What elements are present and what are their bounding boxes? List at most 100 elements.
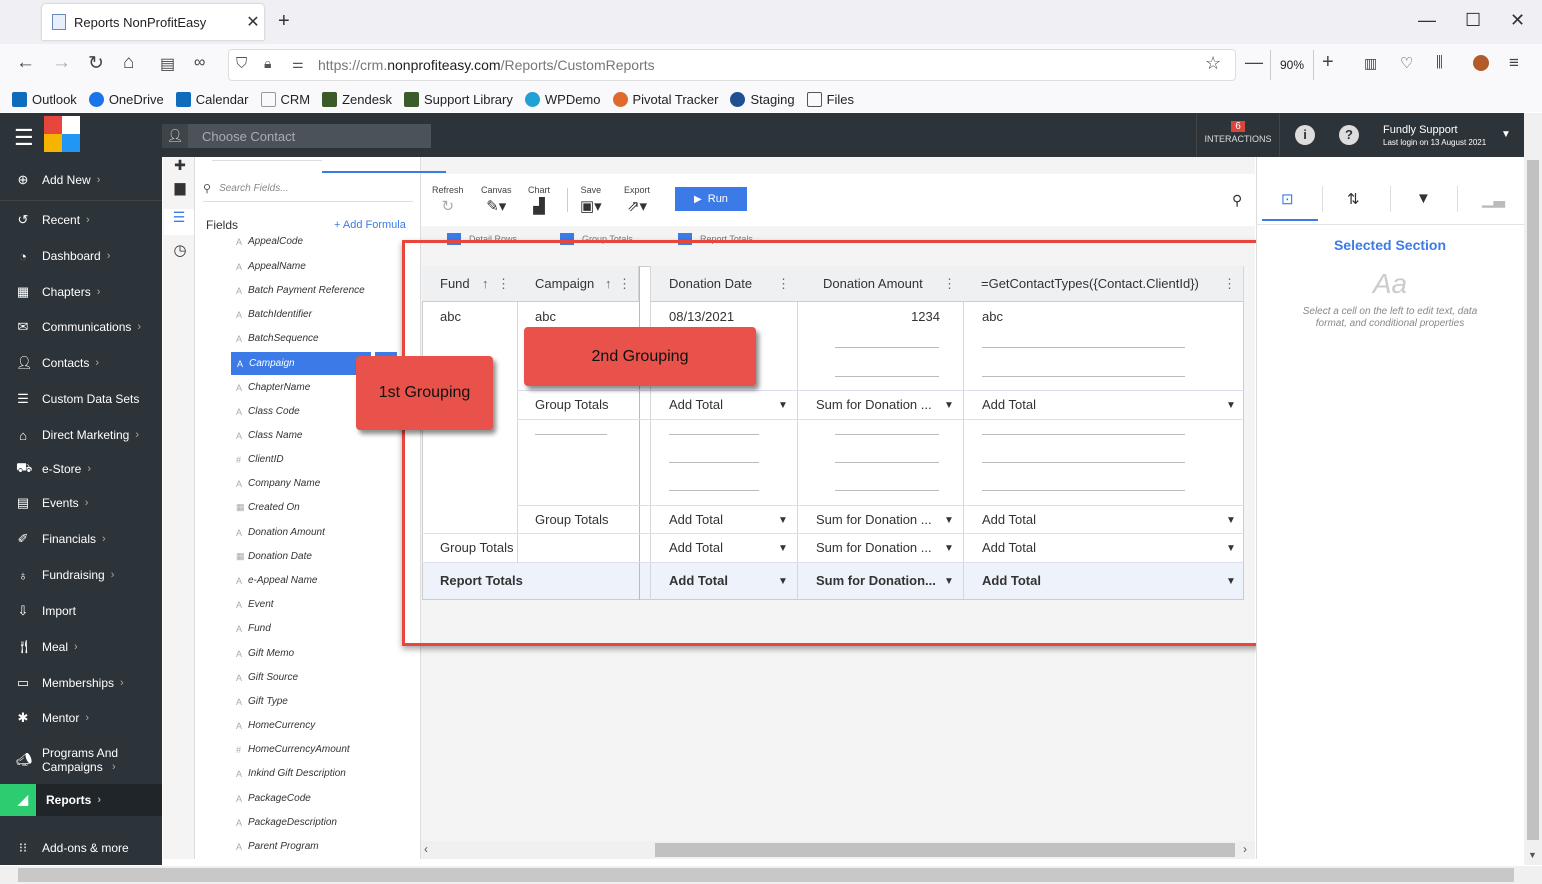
library-icon[interactable]: ⫼ bbox=[1436, 54, 1443, 71]
nav-item-communications[interactable]: ✉ Communications › bbox=[0, 315, 162, 339]
nav-item-contacts[interactable]: 👤︎ Contacts › bbox=[0, 351, 162, 375]
page-scroll-thumb[interactable] bbox=[18, 868, 1514, 882]
nav-item-direct-marketing[interactable]: ⌂ Direct Marketing › bbox=[0, 423, 162, 447]
search-icon[interactable]: ⚲ bbox=[1232, 192, 1242, 209]
clock-icon[interactable]: ◷ bbox=[172, 241, 188, 259]
field-item[interactable]: A Donation Amount bbox=[236, 527, 325, 538]
field-item[interactable]: # HomeCurrencyAmount bbox=[236, 744, 350, 755]
save-button[interactable]: Save ▣▾ bbox=[580, 185, 602, 215]
nav-item-import[interactable]: ⇩ Import bbox=[0, 599, 162, 623]
bookmark-staging[interactable]: Staging bbox=[730, 91, 795, 107]
grid-scroll-thumb[interactable] bbox=[655, 843, 1235, 857]
sort-icon[interactable]: ⇅ bbox=[1347, 190, 1360, 208]
field-item[interactable]: A Gift Source bbox=[236, 672, 298, 683]
nav-item-recent[interactable]: ↺ Recent › bbox=[0, 208, 162, 232]
nav-item-memberships[interactable]: ▭ Memberships › bbox=[0, 671, 162, 695]
user-menu[interactable]: Fundly Support Last login on 13 August 2… bbox=[1383, 124, 1486, 147]
url-text[interactable]: https://crm.nonprofiteasy.com/Reports/Cu… bbox=[318, 57, 655, 73]
home-icon[interactable]: ⌂ bbox=[123, 52, 134, 74]
mask-icon[interactable]: ∞ bbox=[194, 54, 205, 72]
bookmark-files[interactable]: Files bbox=[806, 91, 854, 107]
field-item[interactable]: A Inkind Gift Description bbox=[236, 768, 346, 779]
bookmark-calendar[interactable]: Calendar bbox=[175, 91, 249, 107]
chart-icon[interactable]: ▁▃ bbox=[1482, 190, 1505, 208]
field-item[interactable]: A Batch Payment Reference bbox=[236, 285, 365, 296]
field-item[interactable]: A Campaign bbox=[231, 352, 371, 375]
plus-icon[interactable]: ✚ bbox=[172, 157, 188, 173]
bookmark-support-library[interactable]: Support Library bbox=[403, 91, 513, 107]
field-item[interactable]: A BatchSequence bbox=[236, 333, 319, 344]
tab-new-expressview[interactable] bbox=[322, 157, 446, 173]
field-item[interactable]: A PackageCode bbox=[236, 793, 311, 804]
shield-icon[interactable]: ⛉ bbox=[236, 55, 247, 72]
bookmark-star-icon[interactable]: ☆ bbox=[1205, 53, 1221, 74]
minimize-icon[interactable]: — bbox=[1418, 10, 1436, 31]
field-item[interactable]: # ClientID bbox=[236, 454, 284, 465]
field-item[interactable]: A HomeCurrency bbox=[236, 720, 315, 731]
browser-tab[interactable]: Reports NonProfitEasy ✕ bbox=[42, 4, 264, 40]
bookmark-wpdemo[interactable]: WPDemo bbox=[524, 91, 601, 107]
scroll-right-icon[interactable]: › bbox=[1243, 842, 1247, 856]
nav-item-chapters[interactable]: ▦ Chapters › bbox=[0, 280, 162, 304]
interactions-button[interactable]: 6 INTERACTIONS bbox=[1196, 113, 1280, 157]
zoom-level[interactable]: 90% bbox=[1270, 50, 1314, 80]
selection-icon[interactable]: ⊡ bbox=[1281, 190, 1294, 208]
choose-contact-input[interactable]: 👤︎ Choose Contact bbox=[162, 124, 431, 148]
field-item[interactable]: A AppealName bbox=[236, 261, 306, 272]
bookmark-crm[interactable]: CRM bbox=[260, 91, 310, 107]
nav-item-fundraising[interactable]: ♁ Fundraising › bbox=[0, 563, 162, 587]
zoom-out-icon[interactable]: — bbox=[1245, 52, 1263, 73]
nav-item-programs-and-campaigns[interactable]: 📣︎ Programs And Campaigns › bbox=[0, 744, 162, 776]
field-item[interactable]: A PackageDescription bbox=[236, 817, 337, 828]
field-item[interactable]: A BatchIdentifier bbox=[236, 309, 312, 320]
nav-item-custom-data-sets[interactable]: ☰ Custom Data Sets bbox=[0, 387, 162, 411]
bookmark-zendesk[interactable]: Zendesk bbox=[322, 91, 392, 107]
field-item[interactable]: A Gift Type bbox=[236, 696, 288, 707]
permissions-icon[interactable]: ⚌ bbox=[292, 56, 304, 72]
nav-item-meal[interactable]: 🍴︎ Meal › bbox=[0, 635, 162, 659]
nav-item-reports[interactable]: ◢ Reports › bbox=[0, 784, 162, 816]
field-item[interactable]: A Fund bbox=[236, 623, 271, 634]
search-fields-input[interactable]: ⚲ Search Fields... bbox=[203, 176, 413, 202]
nav-item-financials[interactable]: ✐ Financials › bbox=[0, 527, 162, 551]
field-item[interactable]: Ae-Appeal Name bbox=[236, 575, 317, 586]
field-item[interactable]: A Event bbox=[236, 599, 274, 610]
nav-item-add-ons[interactable]: ⁝⁝ Add-ons & more bbox=[0, 836, 162, 860]
field-item[interactable]: A ChapterName bbox=[236, 382, 310, 393]
field-item[interactable]: ▦ Created On bbox=[236, 502, 300, 513]
hamburger-icon[interactable]: ☰ bbox=[14, 125, 34, 151]
nav-item-events[interactable]: ▤ Events › bbox=[0, 491, 162, 515]
field-item[interactable]: A Company Name bbox=[236, 478, 320, 489]
export-button[interactable]: Export ⇗▾ bbox=[624, 185, 650, 215]
user-dropdown-icon[interactable]: ▼ bbox=[1501, 129, 1511, 140]
field-item[interactable]: A Class Code bbox=[236, 406, 300, 417]
pocket-icon[interactable]: ♡ bbox=[1400, 54, 1413, 72]
add-formula-link[interactable]: + Add Formula bbox=[334, 219, 406, 231]
bookmark-onedrive[interactable]: OneDrive bbox=[88, 91, 164, 107]
field-item[interactable]: A AppealCode bbox=[236, 236, 303, 247]
bookmark-pivotal-tracker[interactable]: Pivotal Tracker bbox=[612, 91, 718, 107]
document-icon[interactable]: ▆ bbox=[172, 179, 188, 195]
reload-icon[interactable]: ↻ bbox=[88, 52, 104, 75]
vertical-scroll-thumb[interactable] bbox=[1527, 160, 1539, 840]
reader-icon[interactable]: ▤ bbox=[160, 54, 175, 74]
nav-item-e-store[interactable]: ⛟ e-Store › bbox=[0, 457, 162, 481]
field-item[interactable]: A Class Name bbox=[236, 430, 302, 441]
field-item[interactable]: A Gift Memo bbox=[236, 648, 294, 659]
bookmark-outlook[interactable]: Outlook bbox=[12, 91, 77, 107]
database-icon[interactable]: ☰ bbox=[164, 209, 194, 235]
chart-button[interactable]: Chart ▟ bbox=[528, 185, 550, 215]
zoom-in-icon[interactable]: + bbox=[1322, 51, 1334, 74]
close-window-icon[interactable]: ✕ bbox=[1510, 10, 1525, 31]
refresh-button[interactable]: Refresh ↻ bbox=[432, 185, 464, 215]
lock-icon[interactable]: 🔒︎ bbox=[264, 55, 271, 72]
forward-icon[interactable]: → bbox=[52, 52, 71, 74]
canvas-button[interactable]: Canvas ✎▾ bbox=[481, 185, 512, 215]
scroll-left-icon[interactable]: ‹ bbox=[424, 842, 428, 856]
field-item[interactable]: A Parent Program bbox=[236, 841, 319, 852]
nav-item-mentor[interactable]: ✱ Mentor › bbox=[0, 706, 162, 730]
close-tab-icon[interactable]: ✕ bbox=[242, 12, 264, 32]
run-button[interactable]: ▶ Run bbox=[675, 187, 747, 211]
nav-item-dashboard[interactable]: ◔ Dashboard › bbox=[0, 244, 162, 268]
maximize-icon[interactable]: ☐ bbox=[1465, 10, 1481, 31]
